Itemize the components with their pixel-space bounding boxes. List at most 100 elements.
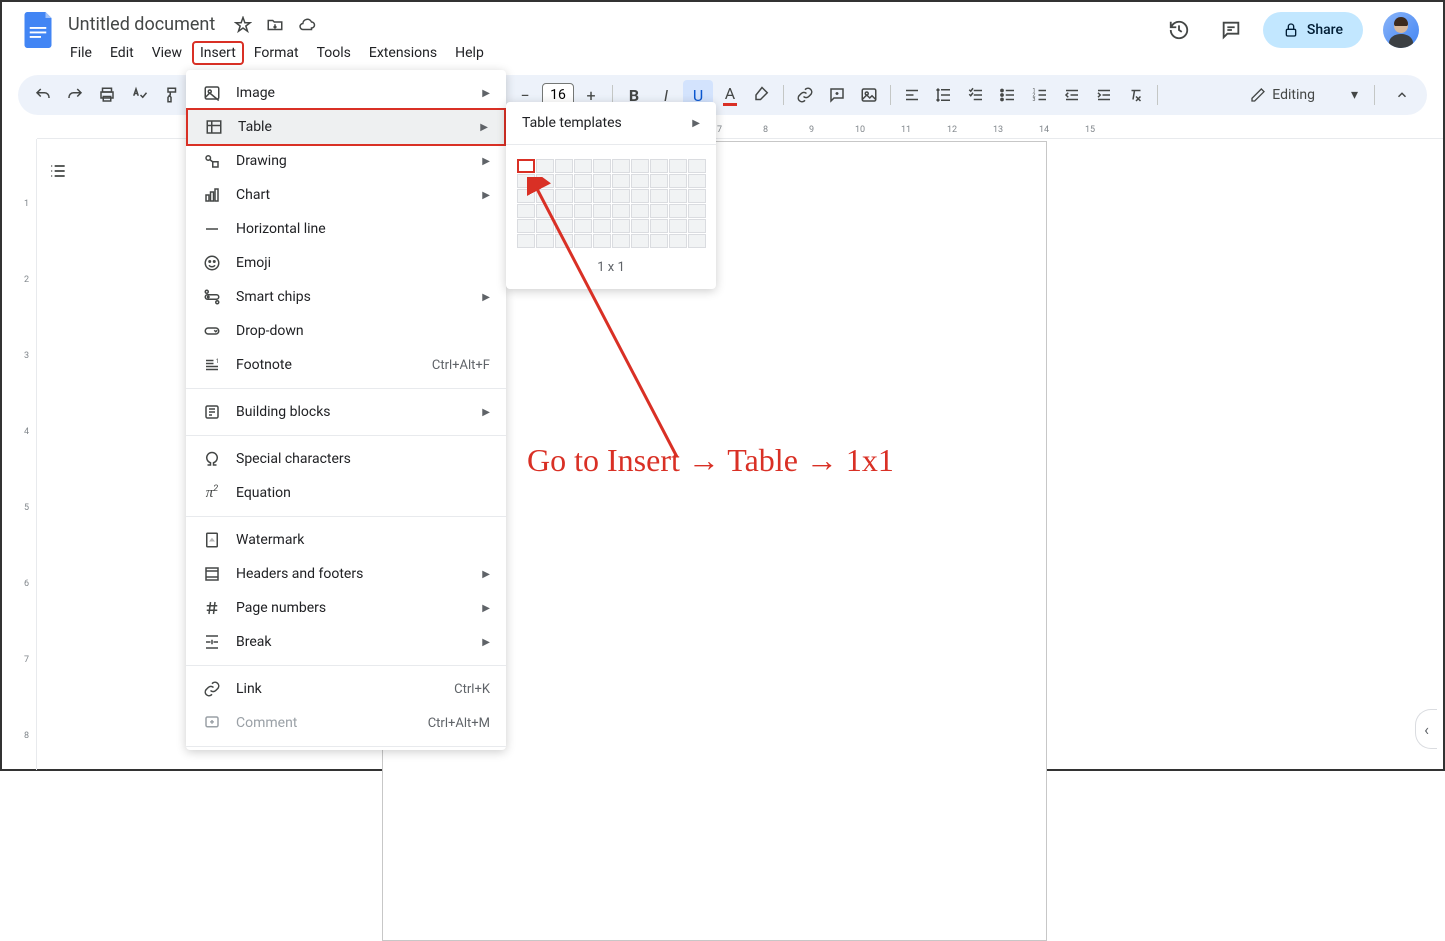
move-icon[interactable] [265,15,285,35]
table-grid-cell[interactable] [631,159,649,173]
table-grid-cell[interactable] [593,219,611,233]
share-button[interactable]: Share [1263,12,1363,48]
table-grid-cell[interactable] [574,204,592,218]
highlight-button[interactable] [747,80,777,110]
table-grid-cell[interactable] [631,234,649,248]
table-grid-cell[interactable] [555,204,573,218]
table-grid-cell[interactable] [536,159,554,173]
menu-help[interactable]: Help [447,41,492,65]
history-icon[interactable] [1159,10,1199,50]
table-grid-cell[interactable] [574,159,592,173]
checklist-button[interactable] [961,80,991,110]
menu-view[interactable]: View [144,41,190,65]
insert-image[interactable]: Image▶ [186,76,506,110]
insert-break[interactable]: Break▶ [186,625,506,659]
table-grid-cell[interactable] [555,234,573,248]
document-title[interactable]: Untitled document [62,12,221,37]
insert-chart[interactable]: Chart▶ [186,178,506,212]
docs-logo[interactable] [18,10,58,50]
comments-icon[interactable] [1211,10,1251,50]
table-grid-cell[interactable] [650,189,668,203]
numbered-list-button[interactable]: 123 [1025,80,1055,110]
menu-file[interactable]: File [62,41,100,65]
print-button[interactable] [92,80,122,110]
insert-emoji[interactable]: Emoji [186,246,506,280]
table-size-grid[interactable] [506,151,716,256]
insert-watermark[interactable]: Watermark [186,523,506,557]
table-grid-cell[interactable] [631,174,649,188]
paint-format-button[interactable] [156,80,186,110]
table-grid-cell[interactable] [612,174,630,188]
indent-decrease-button[interactable] [1057,80,1087,110]
table-grid-cell[interactable] [536,189,554,203]
table-grid-cell[interactable] [688,159,706,173]
table-grid-cell[interactable] [517,159,535,173]
table-grid-cell[interactable] [669,174,687,188]
table-grid-cell[interactable] [536,174,554,188]
table-grid-cell[interactable] [536,204,554,218]
table-grid-cell[interactable] [517,189,535,203]
table-grid-cell[interactable] [631,204,649,218]
table-grid-cell[interactable] [612,219,630,233]
bulleted-list-button[interactable] [993,80,1023,110]
table-grid-cell[interactable] [574,174,592,188]
table-grid-cell[interactable] [688,234,706,248]
table-grid-cell[interactable] [593,159,611,173]
account-avatar[interactable] [1383,12,1419,48]
menu-extensions[interactable]: Extensions [361,41,445,65]
table-grid-cell[interactable] [669,204,687,218]
table-grid-cell[interactable] [555,174,573,188]
insert-comment-button[interactable] [822,80,852,110]
table-grid-cell[interactable] [669,219,687,233]
table-grid-cell[interactable] [650,234,668,248]
table-grid-cell[interactable] [574,189,592,203]
insert-page-numbers[interactable]: Page numbers▶ [186,591,506,625]
table-grid-cell[interactable] [517,234,535,248]
insert-link-button[interactable] [790,80,820,110]
insert-horizontal-line[interactable]: Horizontal line [186,212,506,246]
table-grid-cell[interactable] [517,219,535,233]
insert-footnote[interactable]: 1FootnoteCtrl+Alt+F [186,348,506,382]
table-grid-cell[interactable] [688,219,706,233]
table-grid-cell[interactable] [631,189,649,203]
table-grid-cell[interactable] [650,174,668,188]
clear-formatting-button[interactable] [1121,80,1151,110]
editing-mode-button[interactable]: Editing ▾ [1240,81,1368,109]
collapse-toolbar-button[interactable] [1387,80,1417,110]
table-grid-cell[interactable] [650,204,668,218]
outline-toggle-button[interactable] [42,155,74,187]
table-grid-cell[interactable] [688,204,706,218]
menu-tools[interactable]: Tools [309,41,359,65]
table-grid-cell[interactable] [555,219,573,233]
menu-format[interactable]: Format [246,41,307,65]
table-grid-cell[interactable] [631,219,649,233]
insert-link[interactable]: LinkCtrl+K [186,672,506,706]
table-grid-cell[interactable] [612,189,630,203]
table-grid-cell[interactable] [612,204,630,218]
table-grid-cell[interactable] [593,204,611,218]
insert-special-characters[interactable]: Special characters [186,442,506,476]
redo-button[interactable] [60,80,90,110]
spellcheck-button[interactable] [124,80,154,110]
insert-table[interactable]: Table▶ [186,108,506,146]
table-grid-cell[interactable] [593,189,611,203]
align-button[interactable] [897,80,927,110]
cloud-status-icon[interactable] [297,15,317,35]
insert-drawing[interactable]: Drawing▶ [186,144,506,178]
table-grid-cell[interactable] [574,219,592,233]
table-grid-cell[interactable] [574,234,592,248]
insert-image-button[interactable] [854,80,884,110]
star-icon[interactable] [233,15,253,35]
insert-headers-and-footers[interactable]: Headers and footers▶ [186,557,506,591]
line-spacing-button[interactable] [929,80,959,110]
table-grid-cell[interactable] [669,234,687,248]
table-grid-cell[interactable] [688,174,706,188]
table-grid-cell[interactable] [593,174,611,188]
table-grid-cell[interactable] [650,219,668,233]
table-grid-cell[interactable] [555,159,573,173]
insert-smart-chips[interactable]: Smart chips▶ [186,280,506,314]
insert-equation[interactable]: π2Equation [186,476,506,510]
table-grid-cell[interactable] [517,204,535,218]
table-grid-cell[interactable] [650,159,668,173]
table-grid-cell[interactable] [536,234,554,248]
